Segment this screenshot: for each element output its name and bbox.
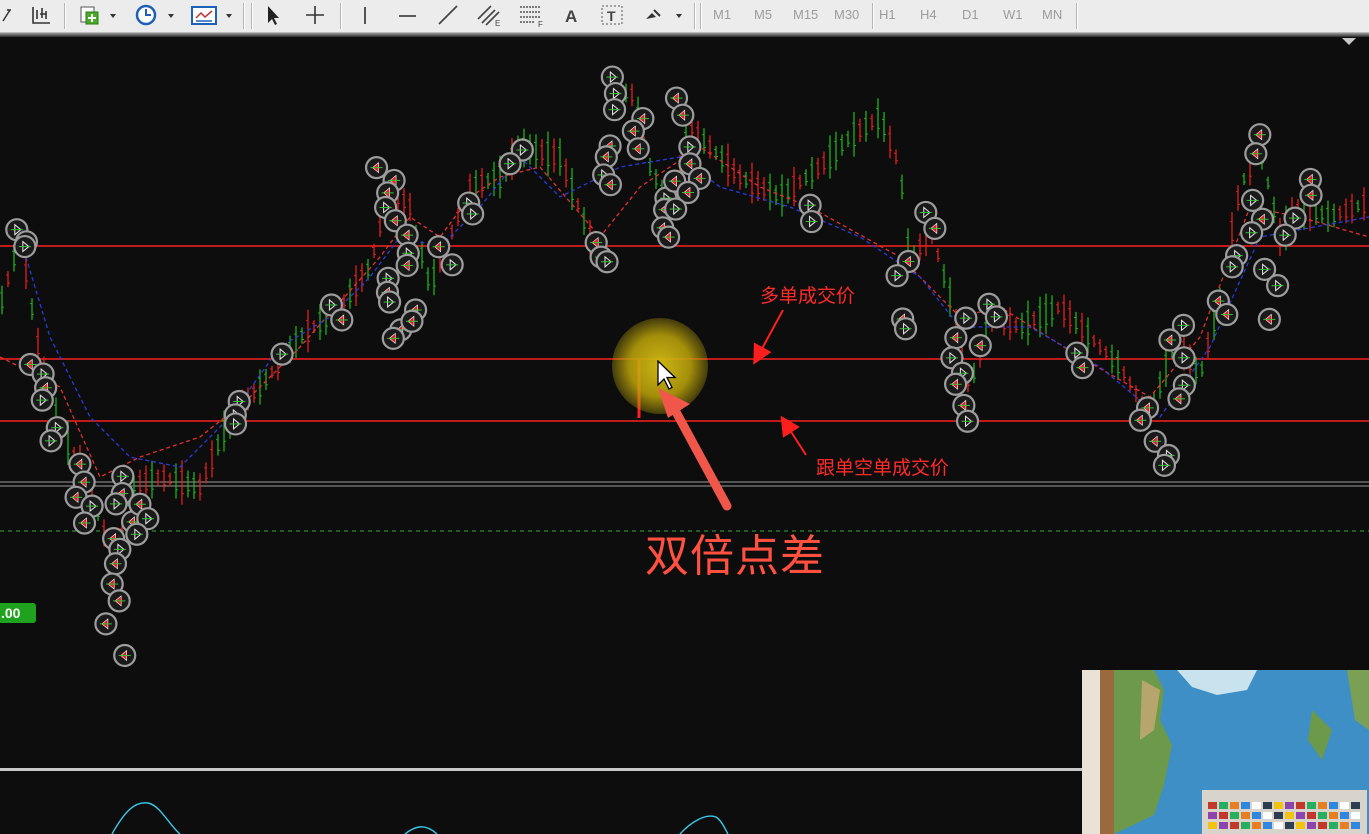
flag-swatch [1230,822,1239,829]
flag-swatch [1241,802,1250,809]
spread-annotation: 双倍点差 [645,531,825,582]
flag-swatch [1296,802,1305,809]
flag-swatch [1307,802,1316,809]
flag-swatch [1263,822,1272,829]
flag-swatch [1285,822,1294,829]
price-tag: .00 [0,603,36,623]
buy-fill-arrow [753,309,784,365]
flag-swatch [1351,822,1360,829]
flag-swatch [1274,822,1283,829]
flag-swatch [1318,802,1327,809]
flag-swatch [1318,822,1327,829]
flag-swatch [1351,802,1360,809]
flag-swatch [1219,802,1228,809]
flag-swatch [1329,812,1338,819]
spread-arrow [658,388,732,511]
flag-swatch [1241,822,1250,829]
buy-fill-annotation: 多单成交价 [760,285,856,307]
flag-swatch [1230,812,1239,819]
flag-swatch [1296,812,1305,819]
flag-swatch [1296,822,1305,829]
sell-fill-annotation: 跟单空单成交价 [816,457,950,479]
flag-swatch [1252,812,1261,819]
flag-swatch [1329,822,1338,829]
flag-swatch [1230,802,1239,809]
flag-swatch [1219,822,1228,829]
flag-swatch [1340,822,1349,829]
flag-swatch [1307,822,1316,829]
oscillator-line [111,802,181,834]
flag-swatch [1274,802,1283,809]
flag-swatch [1318,812,1327,819]
flag-swatch [1208,812,1217,819]
sell-fill-arrow [780,415,807,456]
flag-swatch [1329,802,1338,809]
oscillator-window [111,802,729,834]
flag-swatch [1340,812,1349,819]
flag-swatch [1252,802,1261,809]
flag-swatch [1285,812,1294,819]
flag-swatch [1285,802,1294,809]
flag-swatch [1252,822,1261,829]
world-map-photo [1082,670,1369,834]
flag-swatch [1241,812,1250,819]
flag-swatch [1263,812,1272,819]
flag-swatch [1208,802,1217,809]
flag-swatch [1307,812,1316,819]
flag-swatch [1351,812,1360,819]
chart-shift-icon[interactable] [1340,37,1360,47]
flag-swatch [1340,802,1349,809]
flag-swatch [1208,822,1217,829]
flag-swatch [1263,802,1272,809]
flag-swatch [1274,812,1283,819]
webcam-overlay [1082,670,1369,834]
flag-swatch [1219,812,1228,819]
